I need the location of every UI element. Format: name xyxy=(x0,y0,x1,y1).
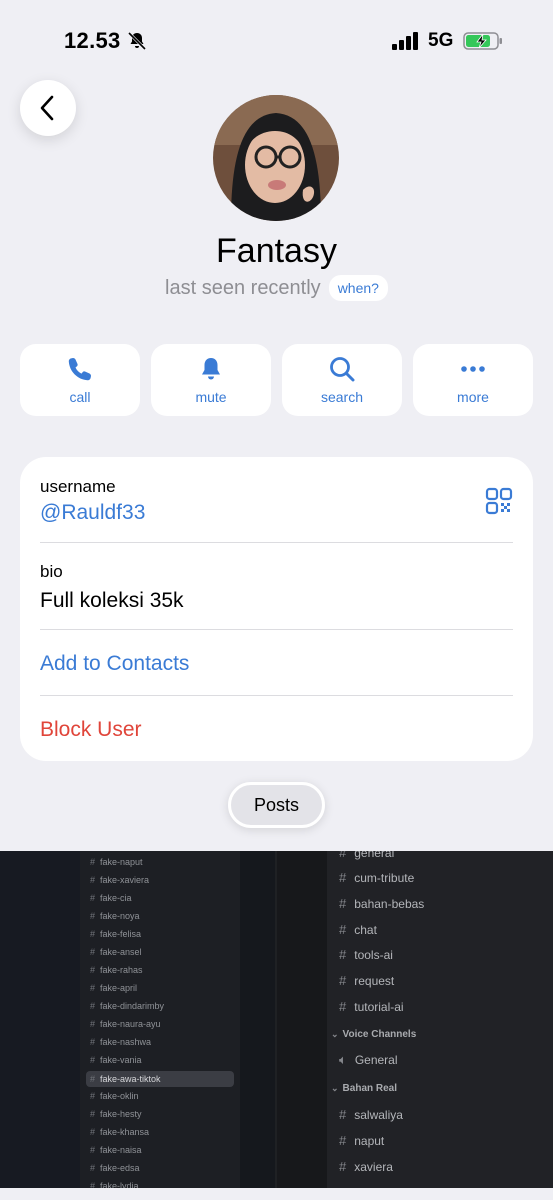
bottom-strip xyxy=(0,1188,553,1200)
channel-item: fake-cia xyxy=(100,893,132,903)
channel-item: fake-naput xyxy=(100,857,143,867)
more-icon xyxy=(461,366,485,372)
search-label: search xyxy=(320,389,364,405)
search-icon xyxy=(330,357,355,382)
channel-item: salwaliya xyxy=(354,1108,403,1122)
channel-item: fake-felisa xyxy=(100,929,142,939)
posts-tab[interactable]: Posts xyxy=(228,782,325,828)
bio-label: bio xyxy=(40,562,63,581)
last-seen-row: last seen recently when? xyxy=(0,275,553,301)
profile-name: Fantasy xyxy=(216,232,337,270)
channel-item: xaviera xyxy=(354,1160,393,1174)
bio-value: Full koleksi 35k xyxy=(40,589,184,612)
channel-item: fake-rahas xyxy=(100,965,143,975)
more-label: more xyxy=(457,389,489,405)
channel-item: general xyxy=(354,851,395,860)
avatar[interactable] xyxy=(213,95,339,221)
block-user-row[interactable]: Block User xyxy=(40,696,513,761)
avatar-photo xyxy=(213,95,339,221)
channel-item: tools-ai xyxy=(354,948,393,962)
phone-icon xyxy=(68,358,91,381)
battery-charging-icon xyxy=(463,32,502,50)
channel-item: chat xyxy=(354,923,377,937)
channel-item: fake-vania xyxy=(100,1055,142,1065)
server-sidebar xyxy=(0,851,80,1200)
channel-item: fake-nashwa xyxy=(100,1037,152,1047)
channel-item: cum-tribute xyxy=(354,871,415,885)
channel-item: fake-dindarimby xyxy=(100,1001,165,1011)
when-button[interactable]: when? xyxy=(328,275,388,301)
channel-item-active: fake-awa-tiktok xyxy=(100,1074,161,1084)
channel-item: request xyxy=(354,974,395,988)
call-label: call xyxy=(69,389,91,405)
username-label: username xyxy=(40,477,116,496)
add-contacts-row[interactable]: Add to Contacts xyxy=(40,630,513,696)
channel-item: fake-april xyxy=(100,983,138,993)
bell-icon xyxy=(202,358,220,380)
info-card: username @Rauldf33 bio Full koleksi 35k … xyxy=(20,457,533,761)
call-button[interactable]: call xyxy=(20,344,140,416)
channel-item: bahan-bebas xyxy=(354,897,425,911)
action-buttons: call mute search more xyxy=(20,344,533,416)
channel-item: fake-xaviera xyxy=(100,875,150,885)
channel-item: fake-khansa xyxy=(100,1127,150,1137)
bell-slash-icon xyxy=(127,31,147,51)
qr-code-icon[interactable] xyxy=(485,487,513,515)
more-button[interactable]: more xyxy=(413,344,533,416)
username-row[interactable]: username @Rauldf33 xyxy=(40,475,513,543)
channel-item: fake-oklin xyxy=(100,1091,139,1101)
username-value[interactable]: @Rauldf33 xyxy=(40,501,145,525)
channel-item: fake-ansel xyxy=(100,947,142,957)
voice-channel-item: General xyxy=(354,1053,398,1067)
post-thumbnail-left[interactable]: # fake-naput # fake-xaviera # fake-cia # fak… xyxy=(0,851,275,1200)
channel-category: Bahan Real xyxy=(342,1083,398,1094)
bio-row: bio Full koleksi 35k xyxy=(40,543,513,630)
channel-item: tutorial-ai xyxy=(354,1000,404,1014)
channel-item: naput xyxy=(354,1134,385,1148)
channel-item: fake-edsa xyxy=(100,1163,140,1173)
back-button[interactable] xyxy=(20,80,76,136)
channel-item: fake-noya xyxy=(100,911,140,921)
status-bar: 12.53 5G xyxy=(0,0,553,80)
network-label: 5G xyxy=(428,30,454,51)
signal-icon xyxy=(392,32,418,50)
channel-item: fake-hesty xyxy=(100,1109,142,1119)
server-sidebar xyxy=(277,851,327,1200)
add-to-contacts-button[interactable]: Add to Contacts xyxy=(40,652,189,676)
channel-category: Voice Channels xyxy=(342,1029,417,1040)
chevron-left-icon xyxy=(40,95,54,121)
status-time: 12.53 xyxy=(64,28,121,53)
post-thumbnail-right[interactable]: # general # cum-tribute # bahan-bebas # chat… xyxy=(277,851,553,1200)
mute-button[interactable]: mute xyxy=(151,344,271,416)
speaker-icon: 🔈︎ xyxy=(339,1052,347,1067)
posts-grid: # fake-naput # fake-xaviera # fake-cia # fak… xyxy=(0,851,553,1200)
channel-item: fake-naura-ayu xyxy=(100,1019,161,1029)
block-user-button[interactable]: Block User xyxy=(40,718,142,742)
mute-label: mute xyxy=(195,389,227,405)
search-button[interactable]: search xyxy=(282,344,402,416)
last-seen-text: last seen recently xyxy=(165,276,321,299)
channel-item: fake-naisa xyxy=(100,1145,142,1155)
